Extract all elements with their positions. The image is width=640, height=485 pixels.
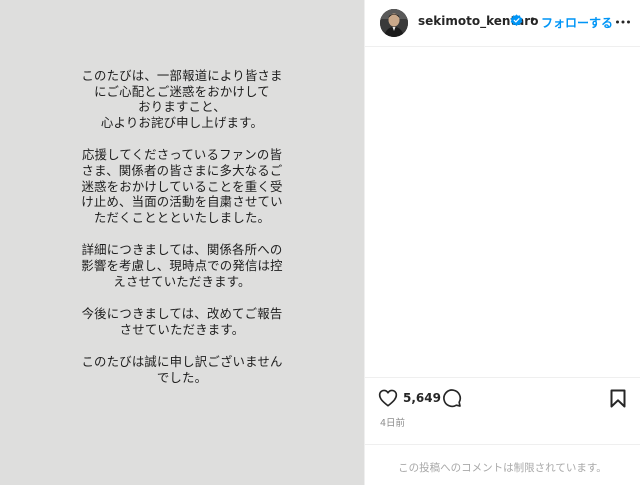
statement-line: 影響を考慮し、現時点での発信は控 xyxy=(81,257,283,273)
comment-icon[interactable] xyxy=(442,388,462,408)
post-timestamp[interactable]: 4日前 xyxy=(380,415,405,429)
bookmark-icon[interactable] xyxy=(610,389,626,408)
actions-divider xyxy=(365,377,640,378)
apology-statement: このたびは、一部報道により皆さま にご心配とご迷惑をおかけして おりますこと、 … xyxy=(30,68,334,403)
statement-paragraph-2: 応援してくださっているファンの皆 さま、関係者の皆さまに多大なるご 迷惑をおかけ… xyxy=(30,147,334,225)
avatar[interactable] xyxy=(380,9,408,37)
follow-button[interactable]: フォローする xyxy=(541,14,613,31)
statement-line: このたびは、一部報道により皆さま xyxy=(81,68,283,83)
header-divider xyxy=(365,46,640,47)
statement-line: 心よりお詫び申し上げます。 xyxy=(100,114,264,130)
statement-line: け止め、当面の活動を自粛させてい xyxy=(81,194,283,210)
separator-dot: • xyxy=(529,13,537,27)
statement-paragraph-3: 詳細につきましては、関係各所への 影響を考慮し、現時点での発信は控 えさせていた… xyxy=(30,242,334,289)
statement-line: さま、関係者の皆さまに多大なるご xyxy=(81,162,283,178)
statement-line: にご心配とご迷惑をおかけして xyxy=(94,83,270,99)
statement-line: 迷惑をおかけしていることを重く受 xyxy=(81,178,283,194)
statement-paragraph-1: このたびは、一部報道により皆さま にご心配とご迷惑をおかけして おりますこと、 … xyxy=(30,68,334,130)
statement-line: えさせていただきます。 xyxy=(113,273,251,289)
statement-line: 今後につきましては、改めてご報告 xyxy=(81,306,283,322)
avatar-photo xyxy=(380,9,408,37)
statement-line: 詳細につきましては、関係各所への xyxy=(81,242,283,258)
statement-line: でした。 xyxy=(156,369,208,385)
instagram-post: このたびは、一部報道により皆さま にご心配とご迷惑をおかけして おりますこと、 … xyxy=(0,0,640,485)
comments-divider xyxy=(365,444,640,445)
statement-line: ただくこととといたしました。 xyxy=(93,209,271,225)
likes-count[interactable]: 5,649 xyxy=(403,391,441,405)
statement-line: このたびは誠に申し訳ございません xyxy=(81,354,283,370)
post-side-panel: sekimoto_kentaro • フォローする 5,649 4日前 この投稿… xyxy=(365,0,640,485)
statement-line: 応援してくださっているファンの皆 xyxy=(81,147,283,163)
statement-paragraph-4: 今後につきましては、改めてご報告 させていただきます。 xyxy=(30,306,334,337)
post-image[interactable]: このたびは、一部報道により皆さま にご心配とご迷惑をおかけして おりますこと、 … xyxy=(0,0,364,485)
post-header: sekimoto_kentaro • フォローする xyxy=(365,0,640,46)
statement-line: おりますこと、 xyxy=(138,99,226,115)
verified-badge-icon xyxy=(510,14,523,27)
more-options-icon[interactable] xyxy=(615,15,631,29)
statement-paragraph-5: このたびは誠に申し訳ございません でした。 xyxy=(30,354,334,385)
statement-line: させていただきます。 xyxy=(119,321,245,337)
heart-icon[interactable] xyxy=(378,389,398,407)
comments-restricted-notice: この投稿へのコメントは制限されています。 xyxy=(398,462,607,474)
